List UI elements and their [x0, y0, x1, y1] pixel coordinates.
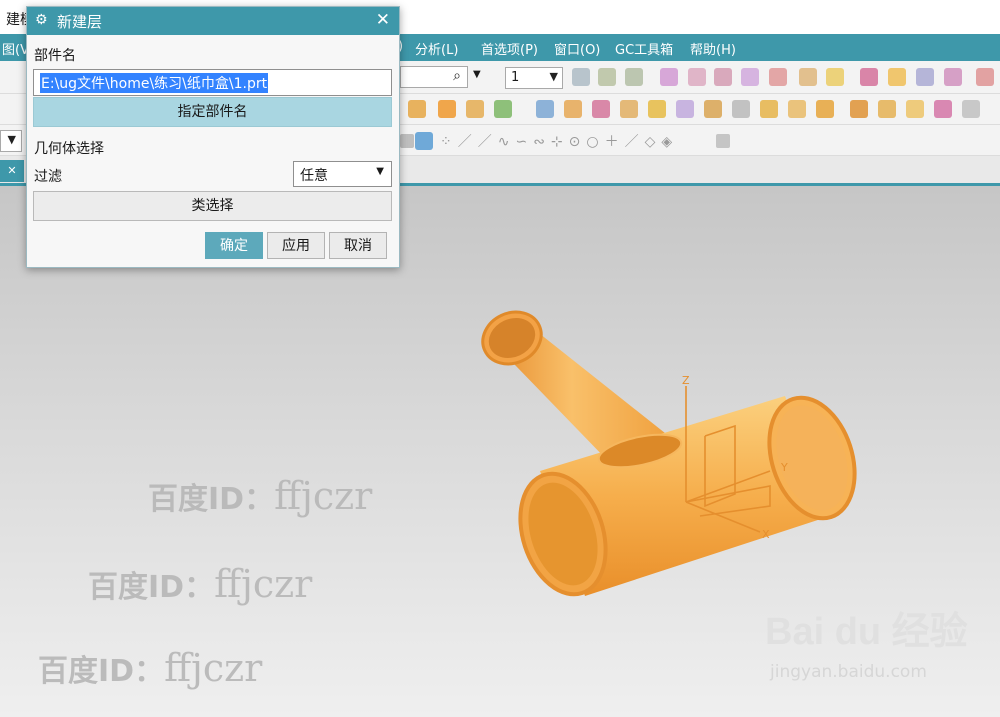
- select-icon[interactable]: [860, 68, 878, 86]
- pattern-icon[interactable]: [438, 100, 456, 118]
- datum-csys-icon[interactable]: [741, 68, 759, 86]
- main-pipe: [518, 395, 857, 597]
- view-combo[interactable]: ▼: [0, 130, 22, 152]
- tube-icon[interactable]: [962, 100, 980, 118]
- grid-icon[interactable]: [944, 68, 962, 86]
- ok-button[interactable]: 确定: [205, 232, 263, 259]
- render-style-icon[interactable]: [400, 134, 414, 148]
- specify-part-name-button[interactable]: 指定部件名: [33, 97, 392, 127]
- layer-value: 1: [511, 70, 520, 85]
- cylinder-icon[interactable]: [878, 100, 896, 118]
- point-icon[interactable]: [660, 68, 678, 86]
- axis-x-label: X: [762, 528, 770, 541]
- shell-icon[interactable]: [816, 100, 834, 118]
- block-icon[interactable]: [850, 100, 868, 118]
- filter-icon[interactable]: [916, 68, 934, 86]
- new-layer-dialog: ⚙ 新建层 ✕ 部件名 E:\ug文件\home\练习\纸巾盒\1.prt 指定…: [26, 6, 400, 268]
- pad-icon[interactable]: [676, 100, 694, 118]
- hole-icon[interactable]: [592, 100, 610, 118]
- apply-button[interactable]: 应用: [267, 232, 325, 259]
- layer-select[interactable]: 1 ▼: [505, 67, 563, 89]
- menu-window[interactable]: 窗口(O): [554, 39, 600, 58]
- part-name-section-label: 部件名: [34, 48, 76, 64]
- axis-y-label: Y: [780, 461, 788, 474]
- gear-icon: ⚙: [35, 12, 48, 28]
- boss-icon[interactable]: [620, 100, 638, 118]
- baidu-jingyan-logo: Bai du 经验 jingyan.baidu.com: [765, 611, 968, 682]
- pocket-icon[interactable]: [648, 100, 666, 118]
- chevron-down-icon[interactable]: ▼: [473, 69, 481, 80]
- chevron-down-icon: ▼: [376, 166, 384, 177]
- geometry-selection-label: 几何体选择: [34, 141, 104, 157]
- chevron-down-icon: ▼: [549, 70, 558, 83]
- menu-gc-toolbox[interactable]: GC工具箱: [615, 39, 673, 58]
- watermark: 百度ID：ffjczr: [148, 474, 373, 518]
- sketch-icon[interactable]: [494, 100, 512, 118]
- cone-icon[interactable]: [906, 100, 924, 118]
- class-selection-button[interactable]: 类选择: [33, 191, 392, 221]
- snap-grid-icon[interactable]: [976, 68, 994, 86]
- sphere-icon[interactable]: [934, 100, 952, 118]
- layer-settings-icon[interactable]: [572, 68, 590, 86]
- display-icon[interactable]: [826, 68, 844, 86]
- plane-icon[interactable]: [769, 68, 787, 86]
- search-combo[interactable]: ⌕: [400, 66, 468, 88]
- cancel-button[interactable]: 取消: [329, 232, 387, 259]
- move-to-layer-icon[interactable]: [625, 68, 643, 86]
- feature-icon[interactable]: [408, 100, 426, 118]
- filter-select[interactable]: 任意 ▼: [293, 161, 392, 187]
- dialog-title: 新建层: [57, 13, 103, 31]
- baidu-site: jingyan.baidu.com: [770, 662, 927, 682]
- extrude-icon[interactable]: [536, 100, 554, 118]
- menu-help[interactable]: 帮助(H): [690, 39, 736, 58]
- filter-value: 任意: [300, 168, 328, 184]
- filter-label: 过滤: [34, 169, 62, 185]
- watermark: 百度ID：ffjczr: [88, 562, 313, 606]
- csys-icon[interactable]: [714, 68, 732, 86]
- part-path-input[interactable]: E:\ug文件\home\练习\纸巾盒\1.prt: [33, 69, 392, 96]
- chamfer-icon[interactable]: [788, 100, 806, 118]
- vector-icon[interactable]: [688, 68, 706, 86]
- edit-object-icon[interactable]: [799, 68, 817, 86]
- view-orient-icon[interactable]: [415, 132, 433, 150]
- slot-icon[interactable]: [704, 100, 722, 118]
- snap-icon[interactable]: [888, 68, 906, 86]
- curve-tools-icon[interactable]: ⁘／／∿∽∾⊹⊙○＋／◇◈: [440, 131, 678, 151]
- visible-layers-icon[interactable]: [598, 68, 616, 86]
- revolve-icon[interactable]: [564, 100, 582, 118]
- dialog-title-bar[interactable]: ⚙ 新建层 ✕: [27, 7, 399, 35]
- chevron-down-icon: ▼: [7, 133, 16, 146]
- close-icon[interactable]: ✕: [376, 10, 390, 30]
- close-tab-icon[interactable]: ✕: [0, 160, 24, 182]
- watermark: 百度ID：ffjczr: [38, 646, 263, 690]
- part-path-value: E:\ug文件\home\练习\纸巾盒\1.prt: [40, 73, 269, 93]
- blend-icon[interactable]: [760, 100, 778, 118]
- axis-z-label: Z: [682, 374, 690, 387]
- search-icon[interactable]: ⌕: [453, 68, 461, 84]
- menu-preferences[interactable]: 首选项(P): [481, 39, 538, 58]
- menu-analysis[interactable]: 分析(L): [415, 39, 458, 58]
- groove-icon[interactable]: [732, 100, 750, 118]
- table-icon[interactable]: [716, 134, 730, 148]
- combine-icon[interactable]: [466, 100, 484, 118]
